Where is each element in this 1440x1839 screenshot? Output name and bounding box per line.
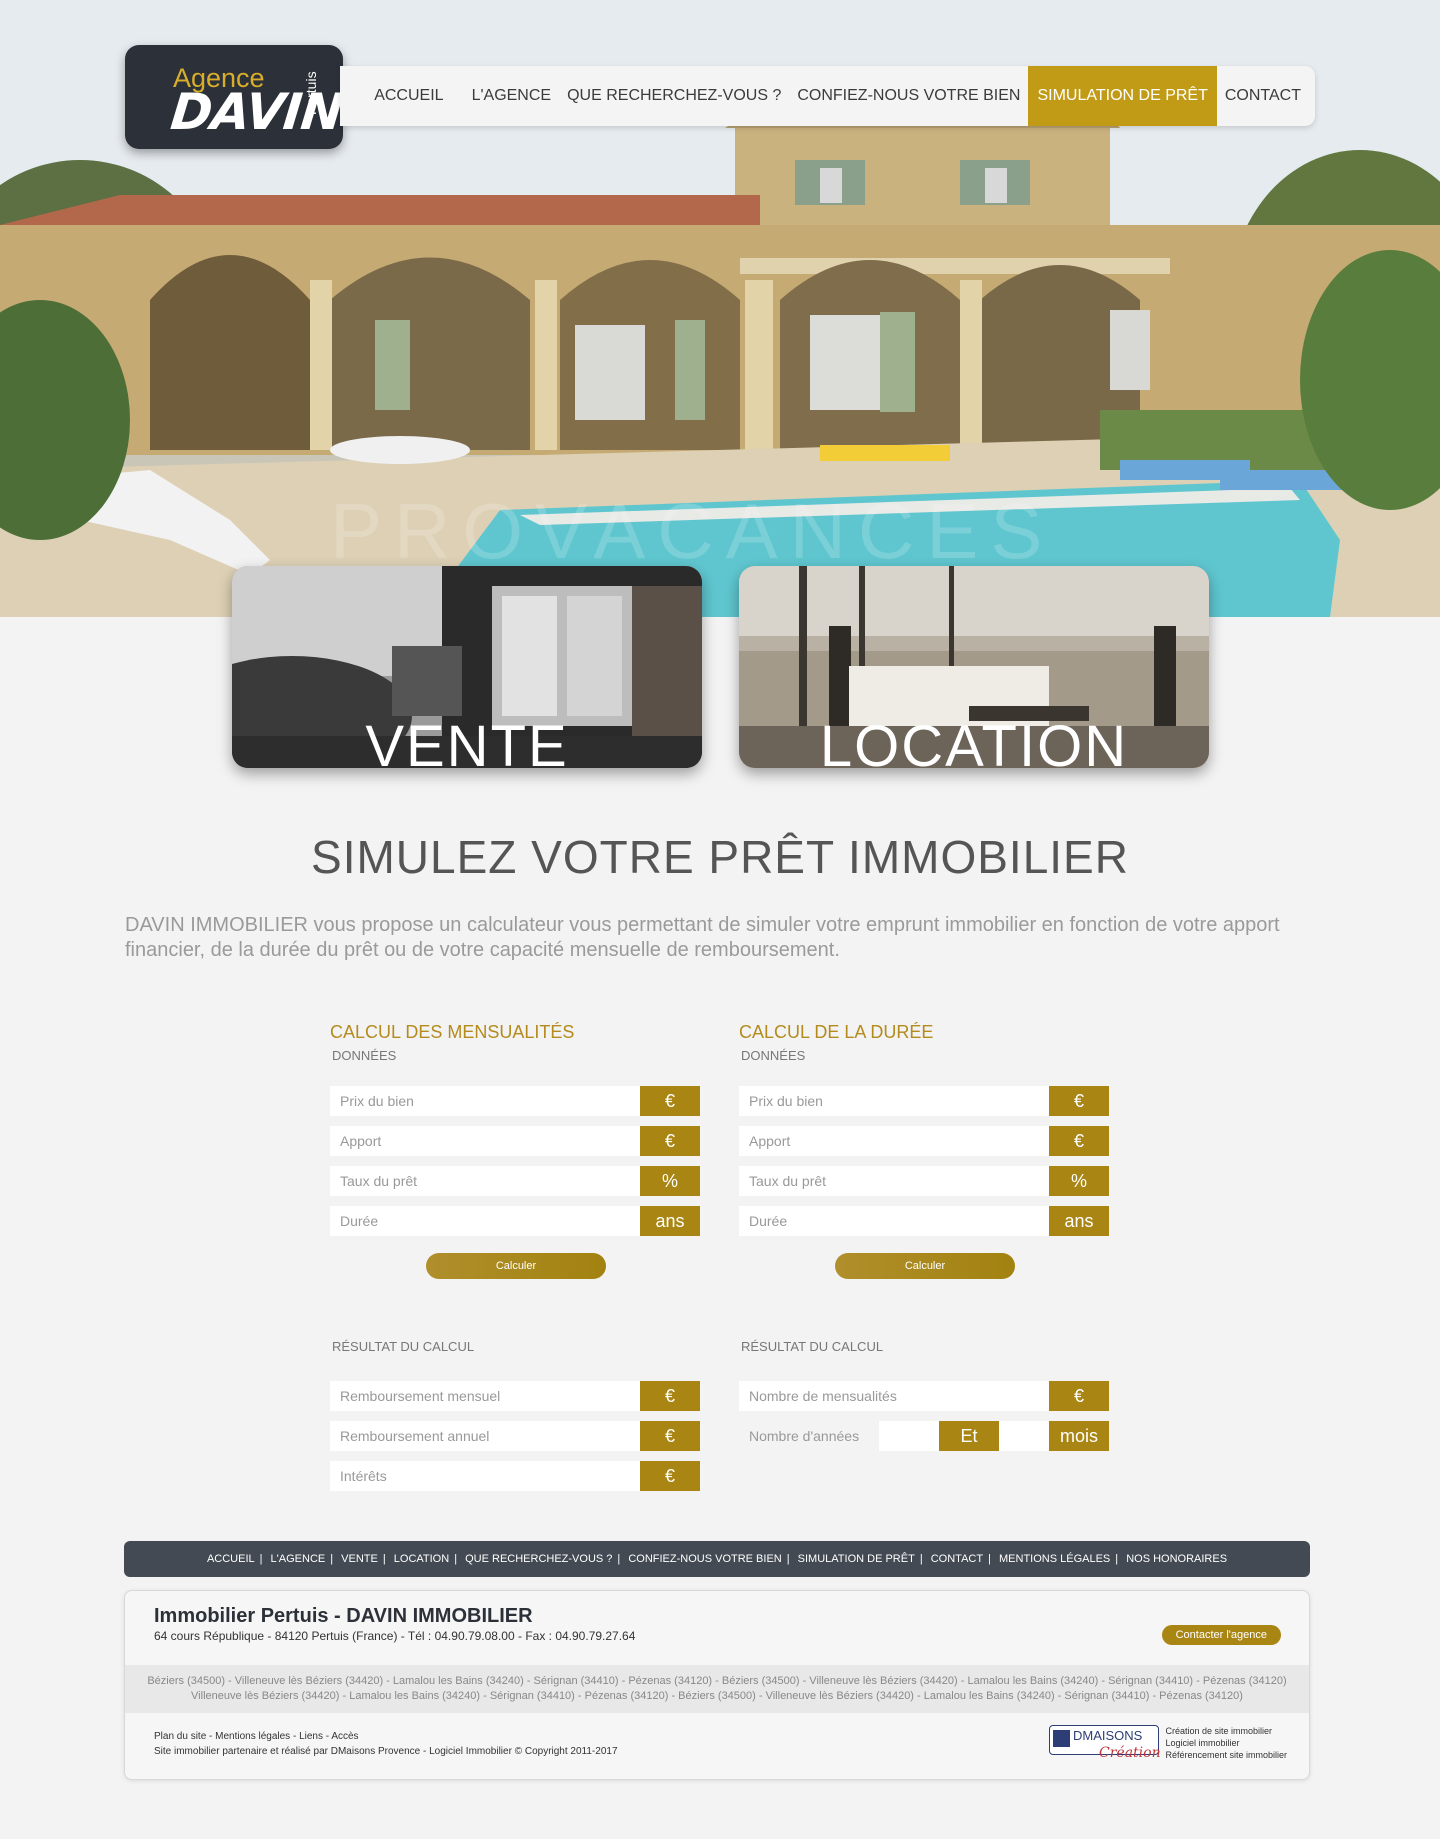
field-row: Prix du bien € — [330, 1086, 702, 1116]
footer-link[interactable]: ACCUEIL — [202, 1553, 260, 1565]
unit-label: € — [640, 1126, 700, 1156]
donnees-label: DONNÉES — [332, 1048, 397, 1063]
apport-input[interactable]: Apport — [739, 1126, 1049, 1156]
result-row: Remboursement annuel € — [330, 1421, 702, 1451]
calc-duree: CALCUL DE LA DURÉE DONNÉES Prix du bien … — [739, 1022, 1111, 1461]
unit-label: € — [1049, 1381, 1109, 1411]
cities-line[interactable]: Villeneuve lès Béziers (34420) - Lamalou… — [125, 1689, 1309, 1704]
nav-item-contact[interactable]: CONTACT — [1217, 66, 1309, 126]
unit-label: % — [1049, 1166, 1109, 1196]
calc-mensualites-title: CALCUL DES MENSUALITÉS — [330, 1022, 575, 1042]
nav-item-accueil[interactable]: ACCUEIL — [366, 66, 451, 126]
nav-item-agence[interactable]: L'AGENCE — [464, 66, 560, 126]
prix-bien-input[interactable]: Prix du bien — [330, 1086, 640, 1116]
unit-label: mois — [1049, 1421, 1109, 1451]
footer-link[interactable]: SIMULATION DE PRÊT — [793, 1553, 920, 1565]
dmaisons-logo[interactable]: DMAISONS Création — [1049, 1725, 1161, 1765]
footer-nav: ACCUEIL | L'AGENCE | VENTE | LOCATION | QUE … — [124, 1541, 1310, 1577]
service-link[interactable]: Référencement site immobilier — [1165, 1749, 1287, 1761]
unit-label: € — [640, 1461, 700, 1491]
unit-label: % — [640, 1166, 700, 1196]
cities-list: Béziers (34500) - Villeneuve lès Béziers… — [125, 1665, 1309, 1713]
location-title: LOCATION — [819, 714, 1129, 768]
page-title: SIMULEZ VOTRE PRÊT IMMOBILIER — [311, 831, 1129, 883]
calculer-button[interactable]: Calculer — [835, 1253, 1015, 1279]
dmaisons-services: Création de site immobilier Logiciel imm… — [1165, 1725, 1287, 1761]
cities-line[interactable]: Béziers (34500) - Villeneuve lès Béziers… — [125, 1674, 1309, 1689]
resultat-label: RÉSULTAT DU CALCUL — [741, 1339, 884, 1354]
unit-label: € — [640, 1086, 700, 1116]
service-link[interactable]: Création de site immobilier — [1165, 1725, 1287, 1737]
dmaisons-script: Création — [1099, 1745, 1161, 1761]
unit-label: € — [640, 1421, 700, 1451]
location-card[interactable]: LOCATION — [739, 566, 1209, 768]
nombre-annees-label: Nombre d'années — [749, 1428, 860, 1444]
footer-link[interactable]: LOCATION — [389, 1553, 454, 1565]
duree-input[interactable]: Durée — [330, 1206, 640, 1236]
taux-input[interactable]: Taux du prêt — [330, 1166, 640, 1196]
unit-label: € — [1049, 1086, 1109, 1116]
footer-links: Plan du site - Mentions légales - Liens … — [154, 1729, 618, 1759]
field-row: Durée ans — [739, 1206, 1111, 1236]
vente-title: VENTE — [365, 714, 569, 768]
intro-text: DAVIN IMMOBILIER vous propose un calcula… — [125, 914, 1280, 961]
resultat-label: RÉSULTAT DU CALCUL — [332, 1339, 475, 1354]
calc-mensualites: CALCUL DES MENSUALITÉS DONNÉES Prix du b… — [330, 1022, 702, 1501]
donnees-label: DONNÉES — [741, 1048, 806, 1063]
mois-field[interactable] — [999, 1421, 1049, 1451]
footer-info: Immobilier Pertuis - DAVIN IMMOBILIER 64… — [124, 1590, 1310, 1780]
footer-link[interactable]: QUE RECHERCHEZ-VOUS ? — [460, 1553, 617, 1565]
interets-field[interactable]: Intérêts — [330, 1461, 640, 1491]
nav-item-simulation[interactable]: SIMULATION DE PRÊT — [1028, 66, 1217, 126]
footer-link[interactable]: VENTE — [336, 1553, 383, 1565]
taux-input[interactable]: Taux du prêt — [739, 1166, 1049, 1196]
logo-pertuis-text: Pertuis — [303, 71, 319, 115]
footer-link[interactable]: L'AGENCE — [266, 1553, 331, 1565]
site-links[interactable]: Plan du site - Mentions légales - Liens … — [154, 1729, 618, 1744]
field-row: Taux du prêt % — [330, 1166, 702, 1196]
annees-field[interactable] — [879, 1421, 939, 1451]
unit-label: ans — [1049, 1206, 1109, 1236]
field-row: Apport € — [330, 1126, 702, 1156]
result-row: Nombre de mensualités € — [739, 1381, 1111, 1411]
calculer-button[interactable]: Calculer — [426, 1253, 606, 1279]
vente-card[interactable]: VENTE — [232, 566, 702, 768]
calc-duree-title: CALCUL DE LA DURÉE — [739, 1022, 934, 1042]
field-row: Durée ans — [330, 1206, 702, 1236]
result-row: Nombre d'années Et mois — [739, 1421, 1111, 1451]
unit-label: ans — [640, 1206, 700, 1236]
company-address: 64 cours République - 84120 Pertuis (Fra… — [154, 1629, 636, 1643]
field-row: Prix du bien € — [739, 1086, 1111, 1116]
duree-input[interactable]: Durée — [739, 1206, 1049, 1236]
et-label: Et — [939, 1421, 999, 1451]
service-link[interactable]: Logiciel immobilier — [1165, 1737, 1287, 1749]
result-row: Remboursement mensuel € — [330, 1381, 702, 1411]
unit-label: € — [1049, 1126, 1109, 1156]
remboursement-annuel-field[interactable]: Remboursement annuel — [330, 1421, 640, 1451]
apport-input[interactable]: Apport — [330, 1126, 640, 1156]
nombre-mensualites-field[interactable]: Nombre de mensualités — [739, 1381, 1049, 1411]
footer-link[interactable]: MENTIONS LÉGALES — [994, 1553, 1115, 1565]
result-row: Intérêts € — [330, 1461, 702, 1491]
footer-link[interactable]: CONFIEZ-NOUS VOTRE BIEN — [623, 1553, 786, 1565]
credits-text: Site immobilier partenaire et réalisé pa… — [154, 1746, 618, 1757]
house-icon — [1053, 1730, 1070, 1747]
field-row: Taux du prêt % — [739, 1166, 1111, 1196]
unit-label: € — [640, 1381, 700, 1411]
dmaisons-name: DMAISONS — [1073, 1728, 1143, 1743]
prix-bien-input[interactable]: Prix du bien — [739, 1086, 1049, 1116]
footer-link[interactable]: CONTACT — [926, 1553, 988, 1565]
nav-item-recherche[interactable]: QUE RECHERCHEZ-VOUS ? — [559, 66, 789, 126]
nav-item-confiez[interactable]: CONFIEZ-NOUS VOTRE BIEN — [789, 66, 1028, 126]
hero-watermark: PROVACANCES — [330, 487, 1055, 575]
main-nav: ACCUEIL L'AGENCE QUE RECHERCHEZ-VOUS ? C… — [340, 66, 1315, 126]
field-row: Apport € — [739, 1126, 1111, 1156]
site-logo[interactable]: Agence DAVIN Pertuis — [125, 45, 345, 149]
contact-agency-button[interactable]: Contacter l'agence — [1161, 1625, 1281, 1645]
remboursement-mensuel-field[interactable]: Remboursement mensuel — [330, 1381, 640, 1411]
footer-link[interactable]: NOS HONORAIRES — [1121, 1553, 1232, 1565]
company-name: Immobilier Pertuis - DAVIN IMMOBILIER — [154, 1605, 533, 1627]
